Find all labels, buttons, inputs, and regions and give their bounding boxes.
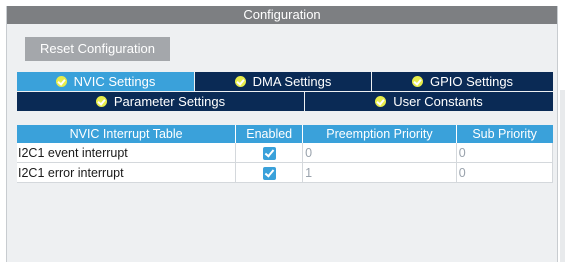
check-circle-icon xyxy=(411,76,423,87)
column-header-interrupt[interactable]: NVIC Interrupt Table xyxy=(17,125,237,143)
tab-row-1: NVIC Settings DMA Settings GPIO Settings xyxy=(17,72,553,91)
check-circle-icon xyxy=(234,76,246,87)
table-row[interactable]: I2C1 error interrupt 1 0 xyxy=(17,162,554,183)
tab-parameter-settings[interactable]: Parameter Settings xyxy=(17,92,304,111)
tab-label: DMA Settings xyxy=(252,74,332,89)
preemption-priority-value[interactable]: 1 xyxy=(302,162,457,183)
tab-label: GPIO Settings xyxy=(429,74,514,89)
tab-gpio-settings[interactable]: GPIO Settings xyxy=(372,72,553,91)
enabled-cell xyxy=(235,162,304,183)
sub-priority-value[interactable]: 0 xyxy=(456,162,554,183)
settings-tabs: NVIC Settings DMA Settings GPIO Settings… xyxy=(17,72,553,112)
table-header-row: NVIC Interrupt Table Enabled Preemption … xyxy=(17,125,553,143)
tab-row-2: Parameter Settings User Constants xyxy=(17,92,553,111)
check-circle-icon xyxy=(375,96,387,107)
tab-dma-settings[interactable]: DMA Settings xyxy=(195,72,371,91)
column-header-enabled[interactable]: Enabled xyxy=(235,125,304,143)
tab-label: User Constants xyxy=(393,94,483,109)
table-row[interactable]: I2C1 event interrupt 0 0 xyxy=(17,143,554,163)
nvic-interrupt-table: NVIC Interrupt Table Enabled Preemption … xyxy=(17,125,554,183)
tab-user-constants[interactable]: User Constants xyxy=(305,92,553,111)
enabled-checkbox[interactable] xyxy=(263,166,277,180)
check-circle-icon xyxy=(95,96,107,107)
preemption-priority-value[interactable]: 0 xyxy=(302,143,457,163)
interrupt-name: I2C1 error interrupt xyxy=(17,162,237,183)
interrupt-name: I2C1 event interrupt xyxy=(17,143,237,163)
enabled-checkbox[interactable] xyxy=(263,146,277,160)
enabled-cell xyxy=(235,143,304,163)
tab-label: NVIC Settings xyxy=(73,74,156,89)
tab-label: Parameter Settings xyxy=(113,94,226,109)
sub-priority-value[interactable]: 0 xyxy=(456,143,554,163)
reset-configuration-button[interactable]: Reset Configuration xyxy=(25,37,170,61)
check-circle-icon xyxy=(55,76,67,87)
scrollbar-track[interactable] xyxy=(560,90,565,262)
window-title: Configuration xyxy=(7,6,557,24)
tab-nvic-settings[interactable]: NVIC Settings xyxy=(17,72,194,91)
configuration-window: Configuration Reset Configuration NVIC S… xyxy=(6,6,558,262)
column-header-preemption-priority[interactable]: Preemption Priority xyxy=(302,125,457,143)
column-header-sub-priority[interactable]: Sub Priority xyxy=(456,125,553,143)
